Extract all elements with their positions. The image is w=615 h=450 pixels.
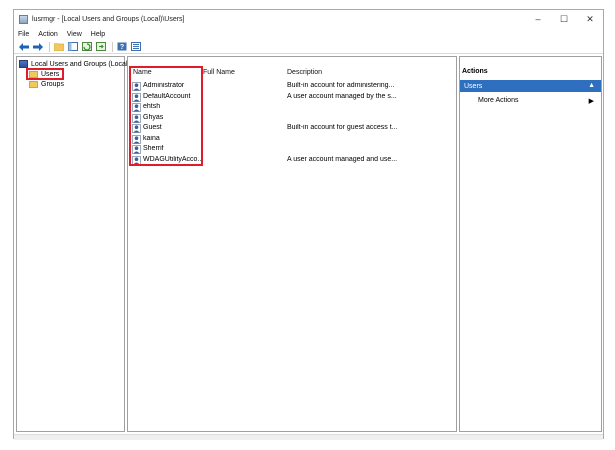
console-tree: Local Users and Groups (Local) Users Gro… — [16, 56, 130, 432]
svg-text:?: ? — [119, 44, 123, 51]
app-icon — [19, 14, 28, 24]
menu-view[interactable]: View — [67, 31, 82, 38]
up-folder-icon[interactable] — [53, 41, 64, 52]
users-highlight-box — [26, 68, 64, 80]
name-column-highlight-box — [129, 66, 203, 166]
toolbar-separator — [112, 41, 113, 52]
actions-section-label: Users — [464, 82, 483, 90]
menu-file[interactable]: File — [18, 31, 29, 38]
toolbar-separator — [49, 41, 50, 52]
maximize-button[interactable]: ☐ — [551, 10, 577, 28]
menu-bar: File Action View Help — [14, 28, 603, 40]
window-title: lusrmgr - [Local Users and Groups (Local… — [32, 15, 185, 23]
close-button[interactable]: ✕ — [577, 10, 603, 28]
tree-root-label: Local Users and Groups (Local) — [31, 60, 130, 68]
help-icon[interactable]: ? — [116, 41, 127, 52]
actions-header: Actions — [462, 68, 488, 75]
cell-description: Built-in account for guest access t... — [287, 124, 398, 131]
refresh-icon[interactable] — [81, 41, 92, 52]
chevron-right-icon: ▶ — [588, 98, 594, 105]
properties-icon[interactable] — [130, 41, 141, 52]
menu-action[interactable]: Action — [38, 31, 57, 38]
folder-icon — [29, 80, 38, 88]
window-controls: – ☐ ✕ — [525, 10, 603, 28]
lusrmgr-window: lusrmgr - [Local Users and Groups (Local… — [13, 9, 604, 440]
cell-description: A user account managed and use... — [287, 155, 398, 163]
collapse-up-icon: ▲ — [588, 82, 595, 89]
more-actions-item[interactable]: More Actions ▶ — [478, 97, 598, 105]
users-list: Name Full Name Description Administrator… — [127, 56, 457, 432]
cell-description: A user account managed by the s... — [287, 92, 397, 100]
back-arrow-icon[interactable] — [18, 41, 29, 52]
more-actions-label: More Actions — [478, 97, 519, 104]
column-header-description[interactable]: Description — [287, 69, 322, 76]
forward-arrow-icon[interactable] — [32, 41, 43, 52]
export-list-icon[interactable] — [95, 41, 106, 52]
computer-icon — [19, 60, 28, 68]
actions-section-users[interactable]: Users ▲ — [460, 80, 601, 92]
minimize-button[interactable]: – — [525, 10, 551, 28]
tree-item-groups-label: Groups — [41, 80, 64, 88]
actions-pane: Actions Users ▲ More Actions ▶ — [459, 56, 602, 432]
menu-help[interactable]: Help — [91, 31, 105, 38]
cell-description: Built-in account for administering... — [287, 82, 395, 89]
title-bar[interactable]: lusrmgr - [Local Users and Groups (Local… — [14, 10, 603, 28]
tree-item-groups[interactable]: Groups — [29, 79, 64, 89]
column-header-full-name[interactable]: Full Name — [203, 69, 235, 76]
status-bar — [14, 434, 603, 440]
show-hide-tree-icon[interactable] — [67, 41, 78, 52]
toolbar: ? — [14, 40, 603, 54]
